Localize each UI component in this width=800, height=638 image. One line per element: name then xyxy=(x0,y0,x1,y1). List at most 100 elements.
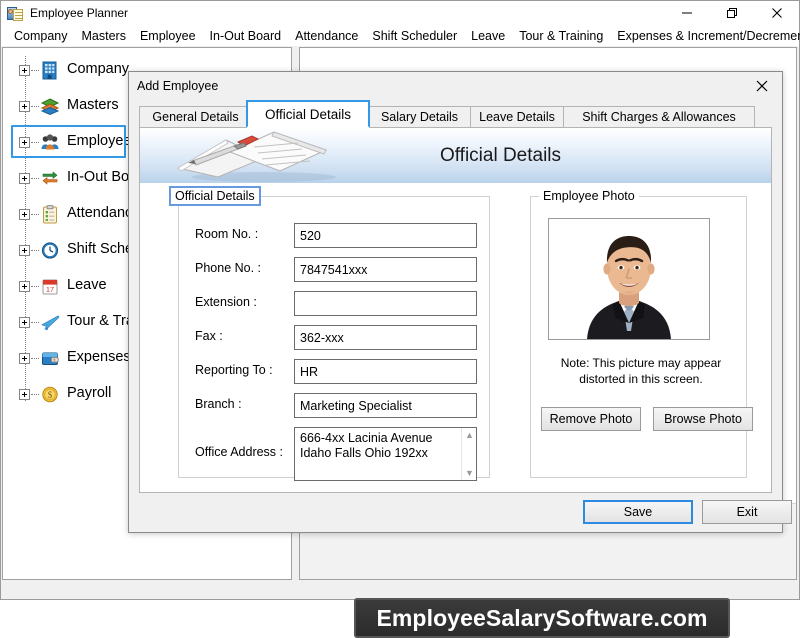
employee-planner-icon xyxy=(7,5,24,22)
expand-icon[interactable] xyxy=(19,137,30,148)
tab-leave-details[interactable]: Leave Details xyxy=(470,106,564,127)
expand-icon[interactable] xyxy=(19,209,30,220)
field-label: Branch : xyxy=(195,397,242,411)
official-details-group: Official Details Room No. : Phone No. : … xyxy=(178,196,490,478)
sidebar-item-label: Company xyxy=(67,61,129,77)
window-controls xyxy=(664,1,799,25)
employee-photo-group-label: Employee Photo xyxy=(539,189,639,203)
branch-input[interactable] xyxy=(294,393,477,418)
clock-icon xyxy=(39,240,61,261)
field-label: Reporting To : xyxy=(195,363,273,377)
panel-header-title: Official Details xyxy=(140,128,771,183)
chevron-down-icon[interactable]: ▼ xyxy=(462,466,477,480)
field-phone-no: Phone No. : xyxy=(179,257,491,283)
sidebar-item-label: Employee xyxy=(67,133,131,149)
svg-text:$: $ xyxy=(48,390,53,400)
field-office-address: Office Address : 666-4xx Lacinia Avenue … xyxy=(179,427,491,483)
official-details-group-label: Official Details xyxy=(169,186,261,206)
field-reporting-to: Reporting To : xyxy=(179,359,491,385)
menu-item-tour-training[interactable]: Tour & Training xyxy=(512,27,610,45)
close-icon[interactable] xyxy=(746,74,778,98)
wallet-icon xyxy=(39,348,61,369)
close-icon[interactable] xyxy=(754,1,799,25)
minimize-icon[interactable] xyxy=(664,1,709,25)
people-icon xyxy=(39,132,61,153)
tab-official-details[interactable]: Official Details xyxy=(246,100,370,128)
menu-item-company[interactable]: Company xyxy=(7,27,75,45)
tab-shift-charges-allowances[interactable]: Shift Charges & Allowances xyxy=(563,106,755,127)
tree-branch-line xyxy=(31,250,39,251)
extension-input[interactable] xyxy=(294,291,477,316)
expand-icon[interactable] xyxy=(19,389,30,400)
menu-item-expenses[interactable]: Expenses & Increment/Decrement xyxy=(610,27,800,45)
tree-branch-line xyxy=(31,322,39,323)
expand-icon[interactable] xyxy=(19,281,30,292)
expand-icon[interactable] xyxy=(19,65,30,76)
menu-item-attendance[interactable]: Attendance xyxy=(288,27,365,45)
tree-branch-line xyxy=(31,394,39,395)
field-label: Room No. : xyxy=(195,227,258,241)
sidebar-item-label: Masters xyxy=(67,97,119,113)
office-address-scrollbar[interactable]: ▲ ▼ xyxy=(461,428,476,480)
tab-salary-details[interactable]: Salary Details xyxy=(368,106,471,127)
office-address-textarea[interactable]: 666-4xx Lacinia Avenue Idaho Falls Ohio … xyxy=(294,427,477,481)
expand-icon[interactable] xyxy=(19,101,30,112)
tree-branch-line xyxy=(31,358,39,359)
sidebar-item-label: Leave xyxy=(67,277,107,293)
save-button[interactable]: Save xyxy=(583,500,693,524)
coin-icon: $ xyxy=(39,384,61,405)
expand-icon[interactable] xyxy=(19,245,30,256)
remove-photo-button[interactable]: Remove Photo xyxy=(541,407,641,431)
clipboard-icon xyxy=(39,204,61,225)
field-room-no: Room No. : xyxy=(179,223,491,249)
field-fax: Fax : xyxy=(179,325,491,351)
panel-header-band: Official Details xyxy=(140,128,771,183)
expand-icon[interactable] xyxy=(19,353,30,364)
exit-button[interactable]: Exit xyxy=(702,500,792,524)
expand-icon[interactable] xyxy=(19,173,30,184)
browse-photo-button[interactable]: Browse Photo xyxy=(653,407,753,431)
building-icon xyxy=(39,60,61,81)
menu-item-employee[interactable]: Employee xyxy=(133,27,203,45)
employee-photo-group: Employee Photo xyxy=(530,196,747,478)
application-window: Employee Planner Company Masters Empl xyxy=(0,0,800,600)
menu-bar: Company Masters Employee In-Out Board At… xyxy=(1,25,799,46)
app-title: Employee Planner xyxy=(30,6,128,20)
menu-item-masters[interactable]: Masters xyxy=(75,27,133,45)
field-label: Fax : xyxy=(195,329,223,343)
photo-note: Note: This picture may appear distorted … xyxy=(541,355,741,387)
layers-icon xyxy=(39,96,61,117)
employee-portrait xyxy=(549,219,709,339)
restore-icon[interactable] xyxy=(709,1,754,25)
dialog-title: Add Employee xyxy=(137,79,218,93)
field-extension: Extension : xyxy=(179,291,491,317)
airplane-icon xyxy=(39,312,61,333)
tab-strip: General Details Official Details Salary … xyxy=(139,100,772,127)
tab-panel-official-details: Official Details Official Details Room N… xyxy=(139,127,772,493)
phone-no-input[interactable] xyxy=(294,257,477,282)
field-label: Office Address : xyxy=(195,445,283,459)
sidebar-item-label: Payroll xyxy=(67,385,111,401)
field-label: Extension : xyxy=(195,295,257,309)
tab-general-details[interactable]: General Details xyxy=(139,106,252,127)
tree-branch-line xyxy=(31,178,39,179)
field-label: Phone No. : xyxy=(195,261,261,275)
tree-branch-line xyxy=(31,286,39,287)
add-employee-dialog: Add Employee General Details Official De… xyxy=(128,71,783,533)
arrows-icon xyxy=(39,168,61,189)
employee-photo-frame xyxy=(548,218,710,340)
title-bar: Employee Planner xyxy=(1,1,799,25)
menu-item-in-out-board[interactable]: In-Out Board xyxy=(203,27,289,45)
reporting-to-input[interactable] xyxy=(294,359,477,384)
expand-icon[interactable] xyxy=(19,317,30,328)
room-no-input[interactable] xyxy=(294,223,477,248)
menu-item-shift-scheduler[interactable]: Shift Scheduler xyxy=(365,27,464,45)
branding-text: EmployeeSalarySoftware.com xyxy=(376,605,707,632)
dialog-title-bar: Add Employee xyxy=(129,72,782,100)
branding-banner: EmployeeSalarySoftware.com xyxy=(354,598,730,638)
chevron-up-icon[interactable]: ▲ xyxy=(462,428,477,442)
tree-branch-line xyxy=(31,214,39,215)
fax-input[interactable] xyxy=(294,325,477,350)
svg-text:17: 17 xyxy=(46,285,54,294)
menu-item-leave[interactable]: Leave xyxy=(464,27,512,45)
